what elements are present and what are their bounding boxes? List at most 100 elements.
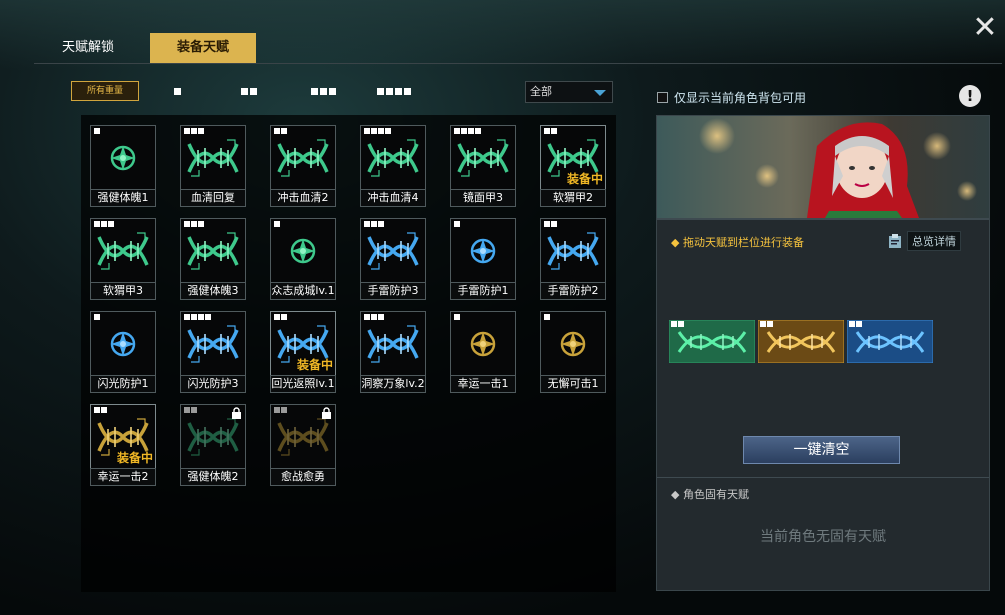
equip-slot-2[interactable] xyxy=(757,319,845,364)
weight-indicator xyxy=(184,128,204,134)
talent-icon-frame[interactable] xyxy=(90,125,156,191)
info-icon[interactable]: ! xyxy=(959,85,981,107)
talent-card[interactable]: 镜面甲3 xyxy=(450,125,516,207)
slot-weight xyxy=(849,321,862,327)
dna-green-icon xyxy=(187,139,239,177)
talent-label: 手雷防护1 xyxy=(450,282,516,300)
equipped-badge: 装备中 xyxy=(116,451,153,465)
talent-card[interactable]: 幸运一击1 xyxy=(450,311,516,393)
available-only-label: 仅显示当前角色背包可用 xyxy=(674,91,807,105)
equipped-badge: 装备中 xyxy=(296,358,333,372)
talent-card[interactable]: 闪光防护1 xyxy=(90,311,156,393)
weight-indicator xyxy=(94,128,100,134)
filter-weight-3[interactable] xyxy=(311,81,336,101)
weight-indicator xyxy=(274,221,280,227)
talent-card[interactable]: 手雷防护2 xyxy=(540,218,606,300)
talent-icon-frame[interactable] xyxy=(450,218,516,284)
talent-label: 冲击血清4 xyxy=(360,189,426,207)
weight-indicator xyxy=(544,128,557,134)
drag-hint: ◆ 拖动天赋到栏位进行装备 xyxy=(671,236,804,249)
talent-icon-frame[interactable] xyxy=(450,125,516,191)
clear-all-button[interactable]: 一键清空 xyxy=(743,436,900,464)
equip-slot-3[interactable] xyxy=(846,319,934,364)
talent-icon-frame[interactable]: 装备中 xyxy=(540,125,606,191)
close-icon[interactable]: ✕ xyxy=(971,13,999,43)
talent-icon-frame[interactable] xyxy=(180,125,246,191)
talent-icon-frame[interactable] xyxy=(180,311,246,377)
weight-indicator xyxy=(184,221,204,227)
talent-icon-frame[interactable] xyxy=(90,218,156,284)
talent-label: 软猬甲2 xyxy=(540,189,606,207)
talent-card[interactable]: 冲击血清2 xyxy=(270,125,336,207)
category-dropdown[interactable]: 全部 xyxy=(525,81,613,103)
weight-indicator xyxy=(274,407,287,413)
talent-icon-frame[interactable] xyxy=(360,311,426,377)
talent-icon-frame[interactable]: 装备中 xyxy=(270,311,336,377)
talent-card[interactable]: 装备中回光返照lv.1 xyxy=(270,311,336,393)
character-portrait xyxy=(657,116,989,218)
talent-card[interactable]: 强健体魄3 xyxy=(180,218,246,300)
filter-weight-1[interactable] xyxy=(174,81,181,101)
talent-icon-frame[interactable] xyxy=(360,125,426,191)
talent-icon-frame[interactable] xyxy=(270,404,336,470)
dropdown-value: 全部 xyxy=(530,85,552,98)
talent-card[interactable]: 强健体魄2 xyxy=(180,404,246,486)
talent-icon-frame[interactable] xyxy=(540,311,606,377)
dna-blue-icon xyxy=(367,325,419,363)
talent-card[interactable]: 手雷防护1 xyxy=(450,218,516,300)
talent-label: 强健体魄1 xyxy=(90,189,156,207)
weight-indicator xyxy=(184,407,197,413)
talent-card[interactable]: 闪光防护3 xyxy=(180,311,246,393)
available-only-toggle[interactable]: 仅显示当前角色背包可用 xyxy=(657,89,806,106)
emblem-blue-icon xyxy=(470,238,496,264)
weight-indicator xyxy=(364,221,384,227)
talent-icon-frame[interactable] xyxy=(450,311,516,377)
overview-button[interactable]: 总览详情 xyxy=(887,231,961,251)
talent-card[interactable]: 众志成城lv.1 xyxy=(270,218,336,300)
talent-label: 强健体魄3 xyxy=(180,282,246,300)
equipped-badge: 装备中 xyxy=(566,172,603,186)
talent-card[interactable]: 手雷防护3 xyxy=(360,218,426,300)
portrait-divider xyxy=(657,218,989,220)
weight-indicator xyxy=(364,128,391,134)
weight-indicator xyxy=(454,128,481,134)
talent-label: 幸运一击1 xyxy=(450,375,516,393)
talent-icon-frame[interactable]: 装备中 xyxy=(90,404,156,470)
talent-icon-frame[interactable] xyxy=(270,125,336,191)
talent-icon-frame[interactable] xyxy=(270,218,336,284)
filter-weight-4[interactable] xyxy=(377,81,411,101)
emblem-green-icon xyxy=(110,145,136,171)
talent-label: 回光返照lv.1 xyxy=(270,375,336,393)
talent-card[interactable]: 冲击血清4 xyxy=(360,125,426,207)
weight-indicator xyxy=(184,314,211,320)
talent-card[interactable]: 愈战愈勇 xyxy=(270,404,336,486)
tab-equip-talent[interactable]: 装备天赋 xyxy=(150,33,257,63)
talent-card[interactable]: 装备中 幸运一击2 xyxy=(90,404,156,486)
talent-icon-frame[interactable] xyxy=(540,218,606,284)
emblem-green-icon xyxy=(290,238,316,264)
talent-card[interactable]: 无懈可击1 xyxy=(540,311,606,393)
talent-icon-frame[interactable] xyxy=(180,218,246,284)
equip-slot-1[interactable] xyxy=(668,319,756,364)
emblem-gold-icon xyxy=(470,331,496,357)
talent-card[interactable]: 软猬甲3 xyxy=(90,218,156,300)
tab-divider xyxy=(34,63,1002,64)
talent-card[interactable]: 装备中软猬甲2 xyxy=(540,125,606,207)
talent-label: 闪光防护3 xyxy=(180,375,246,393)
talent-icon-frame[interactable] xyxy=(90,311,156,377)
emblem-blue-icon xyxy=(110,331,136,357)
talent-icon-frame[interactable] xyxy=(180,404,246,470)
filter-weight-2[interactable] xyxy=(241,81,257,101)
available-only-checkbox[interactable] xyxy=(657,92,668,103)
talent-card[interactable]: 强健体魄1 xyxy=(90,125,156,207)
talent-card[interactable]: 洞察万象lv.2 xyxy=(360,311,426,393)
filter-all-weights[interactable]: 所有重量 xyxy=(71,81,139,101)
talent-icon-frame[interactable] xyxy=(360,218,426,284)
dna-green-icon xyxy=(187,232,239,270)
innate-empty-text: 当前角色无固有天赋 xyxy=(760,529,886,545)
talent-card[interactable]: 血清回复 xyxy=(180,125,246,207)
tab-talent-unlock[interactable]: 天赋解锁 xyxy=(34,33,142,63)
weight-indicator xyxy=(544,314,550,320)
talent-label: 镜面甲3 xyxy=(450,189,516,207)
slot-weight xyxy=(760,321,773,327)
